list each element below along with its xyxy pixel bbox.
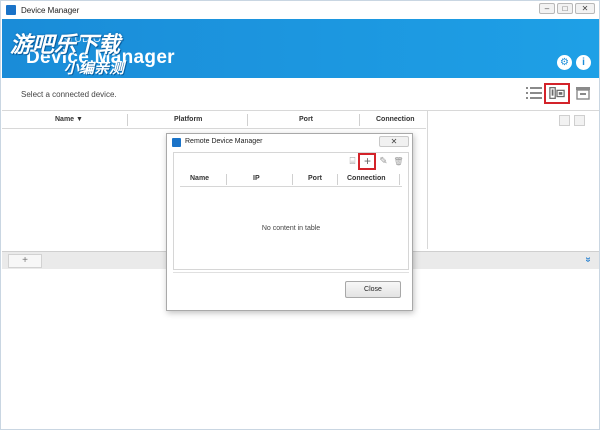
pane-expand-icon[interactable] bbox=[559, 115, 570, 126]
device-table-header: Name ▼ Platform Port Connection bbox=[2, 111, 426, 129]
watermark-subtext: 小编亲测 bbox=[64, 60, 125, 77]
select-device-hint: Select a connected device. bbox=[21, 90, 117, 99]
emulator-manager-icon[interactable] bbox=[575, 86, 591, 100]
dialog-footer: Close bbox=[173, 272, 409, 308]
pane-collapse-icon[interactable] bbox=[574, 115, 585, 126]
add-log-tab-button[interactable]: + bbox=[8, 254, 42, 268]
maximize-button[interactable]: □ bbox=[557, 3, 573, 14]
dialog-titlebar[interactable]: Remote Device Manager ✕ bbox=[167, 134, 412, 151]
column-divider[interactable] bbox=[247, 114, 248, 126]
column-divider[interactable] bbox=[292, 174, 293, 185]
app-icon bbox=[6, 5, 16, 15]
delete-icon[interactable]: 🗑 bbox=[393, 156, 404, 167]
remote-table-header: Name IP Port Connection bbox=[180, 173, 402, 187]
column-port[interactable]: Port bbox=[308, 175, 322, 182]
window-titlebar[interactable]: Device Manager – □ ✕ bbox=[1, 1, 599, 19]
close-window-button[interactable]: ✕ bbox=[575, 3, 595, 14]
column-connection[interactable]: Connection bbox=[347, 175, 386, 182]
dialog-app-icon bbox=[172, 138, 181, 147]
empty-table-message: No content in table bbox=[261, 225, 321, 232]
column-divider[interactable] bbox=[399, 174, 400, 185]
close-button[interactable]: Close bbox=[345, 281, 401, 298]
dialog-close-icon[interactable]: ✕ bbox=[379, 136, 409, 147]
column-name[interactable]: Name ▼ bbox=[55, 116, 83, 123]
remote-device-table: ⌸ + ✎ 🗑 Name IP Port Connection No conte… bbox=[173, 152, 409, 270]
add-device-highlight bbox=[358, 153, 376, 170]
scan-icon[interactable]: ⌸ bbox=[347, 156, 358, 167]
column-port[interactable]: Port bbox=[299, 116, 313, 123]
chevron-down-icon[interactable]: » bbox=[583, 257, 594, 263]
column-ip[interactable]: IP bbox=[253, 175, 260, 182]
column-connection[interactable]: Connection bbox=[376, 116, 415, 123]
column-name[interactable]: Name bbox=[190, 175, 209, 182]
edit-icon[interactable]: ✎ bbox=[378, 156, 389, 167]
watermark-text: 游吧乐下载 bbox=[10, 32, 121, 57]
info-icon[interactable]: i bbox=[576, 55, 591, 70]
column-platform[interactable]: Platform bbox=[174, 116, 202, 123]
column-divider[interactable] bbox=[127, 114, 128, 126]
remote-device-manager-dialog: Remote Device Manager ✕ ⌸ + ✎ 🗑 Name IP … bbox=[166, 133, 413, 311]
device-toolbar: Select a connected device. bbox=[2, 78, 599, 111]
window-title: Device Manager bbox=[21, 5, 80, 15]
column-divider[interactable] bbox=[337, 174, 338, 185]
gear-icon[interactable]: ⚙ bbox=[557, 55, 572, 70]
device-manager-window: Device Manager – □ ✕ TIZEN STUDIO Device… bbox=[0, 0, 600, 430]
remote-device-highlight bbox=[544, 83, 570, 104]
window-controls: – □ ✕ bbox=[539, 3, 595, 14]
column-divider[interactable] bbox=[359, 114, 360, 126]
column-divider[interactable] bbox=[226, 174, 227, 185]
device-detail-pane bbox=[427, 111, 599, 249]
dialog-title: Remote Device Manager bbox=[185, 138, 263, 145]
list-view-icon[interactable] bbox=[526, 86, 542, 100]
header-banner: TIZEN STUDIO Device Manager 游吧乐下载 小编亲测 ⚙… bbox=[2, 19, 599, 78]
minimize-button[interactable]: – bbox=[539, 3, 555, 14]
